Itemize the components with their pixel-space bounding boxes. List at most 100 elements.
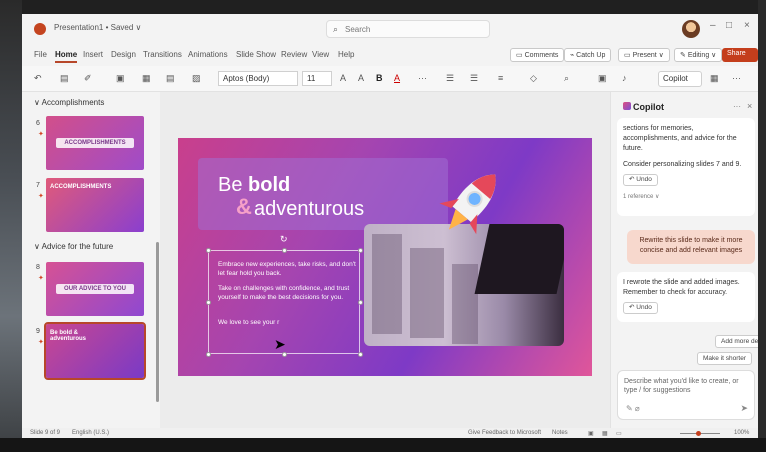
slide-thumbnail-6[interactable]: ACCOMPLISHMENTS xyxy=(46,116,144,170)
editing-mode-button[interactable]: ✎ Editing ∨ xyxy=(674,48,723,62)
document-title[interactable]: Presentation1 • Saved ∨ xyxy=(54,23,141,32)
apps-icon[interactable]: ▦ xyxy=(710,73,719,84)
editing-label: Editing ∨ xyxy=(687,52,717,59)
current-slide[interactable]: Be bold & adventurous ↻ Embrace new expe… xyxy=(178,138,592,376)
slide-thumbnail-7[interactable]: ACCOMPLISHMENTS xyxy=(46,178,144,232)
slide-thumbnail-9[interactable]: Be bold & adventurous xyxy=(44,322,146,380)
slide-thumbnail-8[interactable]: OUR ADVICE TO YOU xyxy=(46,262,144,316)
resize-handle[interactable] xyxy=(282,248,287,253)
powerpoint-window: Presentation1 • Saved ∨ ⌕ Search – □ × F… xyxy=(22,14,758,438)
resize-handle[interactable] xyxy=(358,352,363,357)
normal-view-icon[interactable]: ▣ xyxy=(588,430,594,437)
language-indicator[interactable]: English (U.S.) xyxy=(72,430,109,436)
format-painter-icon[interactable]: ✐ xyxy=(84,73,92,84)
resize-handle[interactable] xyxy=(206,248,211,253)
align-icon[interactable]: ≡ xyxy=(498,73,503,83)
paste-icon[interactable]: ▤ xyxy=(60,73,69,84)
photo-border-left xyxy=(0,0,22,452)
section-accomplishments[interactable]: ∨ Accomplishments xyxy=(34,98,104,107)
zoom-slider-thumb[interactable] xyxy=(696,431,701,436)
thumbnails-scrollbar[interactable] xyxy=(156,242,159,402)
more-options-icon[interactable]: ··· xyxy=(732,73,741,83)
tab-insert[interactable]: Insert xyxy=(83,50,103,59)
suggestion-make-shorter[interactable]: Make it shorter xyxy=(697,352,752,365)
comments-button[interactable]: ▭ Comments xyxy=(510,48,565,62)
animation-star-icon: ✦ xyxy=(38,275,44,282)
undo-button[interactable]: ↶ Undo xyxy=(623,174,658,186)
copilot-title: Copilot xyxy=(633,102,664,112)
slide-photo[interactable] xyxy=(364,224,564,346)
search-icon: ⌕ xyxy=(333,24,339,34)
numbering-icon[interactable]: ☰ xyxy=(470,73,478,84)
dictate-icon[interactable]: ♪ xyxy=(622,73,627,83)
font-name-select[interactable]: Aptos (Body) xyxy=(218,71,298,86)
tab-slide-show[interactable]: Slide Show xyxy=(236,50,276,59)
more-options-icon[interactable]: ··· xyxy=(733,102,741,111)
reference-toggle[interactable]: 1 reference ∨ xyxy=(623,192,749,202)
share-button[interactable]: Share xyxy=(722,48,758,62)
picture-icon[interactable]: ▨ xyxy=(192,73,201,84)
rocket-icon[interactable] xyxy=(432,162,512,242)
tab-review[interactable]: Review xyxy=(281,50,307,59)
tab-transitions[interactable]: Transitions xyxy=(143,50,182,59)
find-icon[interactable]: ⌕ xyxy=(564,73,569,84)
tab-view[interactable]: View xyxy=(312,50,329,59)
present-button[interactable]: ▭ Present ∨ xyxy=(618,48,670,62)
resize-handle[interactable] xyxy=(358,300,363,305)
status-bar: Slide 9 of 9 English (U.S.) Give Feedbac… xyxy=(22,428,758,438)
minimize-button[interactable]: – xyxy=(710,20,716,31)
copilot-header: Copilot xyxy=(621,102,664,112)
avatar[interactable] xyxy=(682,20,700,38)
maximize-button[interactable]: □ xyxy=(726,20,732,31)
resize-handle[interactable] xyxy=(206,300,211,305)
catch-up-label: Catch Up xyxy=(576,52,606,59)
sorter-view-icon[interactable]: ▦ xyxy=(602,430,608,437)
tab-file[interactable]: File xyxy=(34,50,47,59)
close-pane-icon[interactable]: × xyxy=(747,101,752,111)
resize-handle[interactable] xyxy=(206,352,211,357)
designer-icon[interactable]: ▣ xyxy=(598,73,607,84)
bullets-icon[interactable]: ☰ xyxy=(446,73,454,84)
feedback-link[interactable]: Give Feedback to Microsoft xyxy=(468,430,541,436)
layout-icon[interactable]: ▦ xyxy=(142,73,151,84)
resize-handle[interactable] xyxy=(358,248,363,253)
copilot-ribbon-button[interactable]: Copilot xyxy=(658,71,702,87)
tab-design[interactable]: Design xyxy=(111,50,136,59)
send-icon[interactable]: ➤ xyxy=(740,404,748,413)
notes-button[interactable]: Notes xyxy=(552,430,568,436)
undo-icon[interactable]: ↶ xyxy=(34,73,42,84)
bold-icon[interactable]: B xyxy=(376,73,383,83)
tab-home[interactable]: Home xyxy=(55,50,78,63)
new-slide-icon[interactable]: ▣ xyxy=(116,73,125,84)
body-paragraph-3: We love to see your r xyxy=(218,319,280,326)
reading-view-icon[interactable]: ▭ xyxy=(616,430,622,437)
building xyxy=(452,264,478,344)
undo-button[interactable]: ↶ Undo xyxy=(623,302,658,314)
zoom-level[interactable]: 100% xyxy=(734,430,749,436)
animation-star-icon: ✦ xyxy=(38,193,44,200)
photo-border-top xyxy=(0,0,766,14)
section-advice[interactable]: ∨ Advice for the future xyxy=(34,242,113,251)
slide-title-line1[interactable]: Be bold xyxy=(218,174,290,197)
tab-animations[interactable]: Animations xyxy=(188,50,228,59)
search-placeholder: Search xyxy=(345,25,371,34)
suggestion-add-more-detail[interactable]: Add more detail xyxy=(715,335,758,348)
prompt-placeholder: Describe what you'd like to create, or t… xyxy=(624,378,739,394)
slide-title-line2[interactable]: adventurous xyxy=(254,198,364,221)
attach-icon[interactable]: ✎ ⌀ xyxy=(626,404,640,413)
decrease-font-icon[interactable]: A xyxy=(358,73,364,83)
search-input[interactable]: ⌕ Search xyxy=(326,20,490,38)
increase-font-icon[interactable]: A xyxy=(340,73,346,83)
more-font-icon[interactable]: ··· xyxy=(418,73,427,83)
shapes-icon[interactable]: ◇ xyxy=(530,73,537,84)
font-color-icon[interactable]: A xyxy=(394,73,400,83)
catch-up-button[interactable]: ⌁ Catch Up xyxy=(564,48,612,62)
section-icon[interactable]: ▤ xyxy=(166,73,175,84)
tab-help[interactable]: Help xyxy=(338,50,354,59)
copilot-ribbon-label: Copilot xyxy=(663,74,688,83)
close-button[interactable]: × xyxy=(744,20,750,31)
rotate-handle-icon[interactable]: ↻ xyxy=(280,234,288,245)
copilot-prompt-input[interactable]: Describe what you'd like to create, or t… xyxy=(617,370,755,420)
font-size-select[interactable]: 11 xyxy=(302,71,332,86)
photo-border-bottom xyxy=(0,438,766,452)
